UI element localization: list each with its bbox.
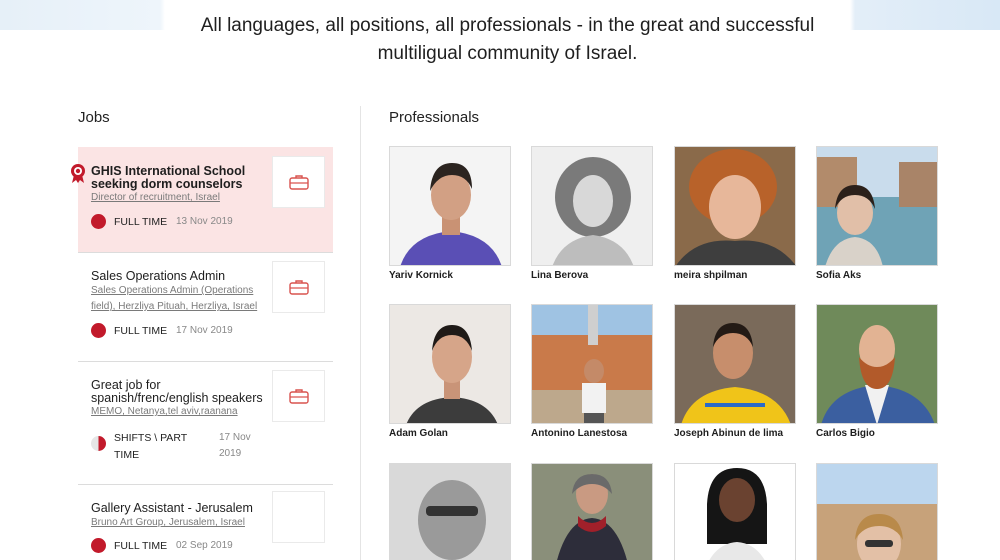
job-type: FULL TIME: [114, 325, 168, 337]
job-date: 17 Nov 2019: [176, 325, 233, 336]
job-card[interactable]: Great job for spanish/frenc/english spea…: [78, 362, 333, 485]
job-type: FULL TIME: [114, 540, 168, 552]
job-title[interactable]: GHIS International School seeking dorm c…: [91, 165, 271, 191]
profile-photo[interactable]: [531, 304, 653, 424]
job-date: 02 Sep 2019: [176, 540, 233, 551]
professional-card[interactable]: Sofia Aks: [816, 146, 938, 281]
professional-name[interactable]: Lina Berova: [531, 270, 653, 281]
job-date: 13 Nov 2019: [176, 216, 233, 227]
job-date: 17 Nov 2019: [219, 432, 251, 459]
professionals-section-title: Professionals: [389, 109, 480, 126]
profile-photo[interactable]: [389, 304, 511, 424]
company-logo[interactable]: [272, 261, 325, 313]
profile-photo[interactable]: [674, 146, 796, 266]
professional-name[interactable]: meira shpilman: [674, 270, 796, 281]
professional-card[interactable]: Lina Berova: [531, 146, 653, 281]
profile-photo[interactable]: [389, 146, 511, 266]
briefcase-icon: [288, 280, 309, 295]
job-employer-location[interactable]: MEMO, Netanya,tel aviv,raanana: [91, 404, 271, 420]
company-logo[interactable]: [272, 370, 325, 422]
profile-photo[interactable]: [531, 146, 653, 266]
profile-photo[interactable]: [531, 463, 653, 560]
professional-card[interactable]: [389, 463, 511, 560]
profile-photo[interactable]: [816, 146, 938, 266]
pie-chart-icon: [91, 436, 106, 451]
professional-name[interactable]: Sofia Aks: [816, 270, 938, 281]
job-title[interactable]: Great job for spanish/frenc/english spea…: [91, 379, 271, 405]
job-title[interactable]: Sales Operations Admin: [91, 270, 271, 283]
professional-card[interactable]: Yariv Kornick: [389, 146, 511, 281]
professional-name[interactable]: Joseph Abinun de lima: [674, 428, 796, 439]
job-card[interactable]: GHIS International School seeking dorm c…: [71, 147, 333, 253]
pie-chart-icon: [91, 214, 106, 229]
professional-card[interactable]: meira shpilman: [674, 146, 796, 281]
company-logo[interactable]: [272, 156, 325, 208]
pie-chart-icon: [91, 323, 106, 338]
briefcase-icon: [288, 175, 309, 190]
jobs-section-title: Jobs: [78, 109, 110, 126]
company-logo[interactable]: [272, 491, 325, 543]
job-card[interactable]: Gallery Assistant - Jerusalem Bruno Art …: [78, 485, 333, 560]
job-type: FULL TIME: [114, 216, 168, 228]
professional-card[interactable]: Joseph Abinun de lima: [674, 304, 796, 439]
job-type: SHIFTS \ PART TIME: [114, 432, 187, 461]
profile-photo[interactable]: [674, 463, 796, 560]
award-ribbon-icon: [71, 164, 85, 183]
professional-card[interactable]: [816, 463, 938, 560]
job-employer-location[interactable]: Sales Operations Admin (Operations field…: [91, 283, 271, 315]
professional-card[interactable]: [531, 463, 653, 560]
professional-name[interactable]: Adam Golan: [389, 428, 511, 439]
job-employer-location[interactable]: Director of recruitment, Israel: [91, 190, 271, 206]
column-divider: [360, 106, 361, 560]
professional-card[interactable]: Antonino Lanestosa: [531, 304, 653, 439]
page-tagline: All languages, all positions, all profes…: [200, 15, 815, 64]
profile-photo[interactable]: [816, 304, 938, 424]
pie-chart-icon: [91, 538, 106, 553]
job-employer-location[interactable]: Bruno Art Group, Jerusalem, Israel: [91, 515, 271, 531]
professional-card[interactable]: [674, 463, 796, 560]
profile-photo[interactable]: [674, 304, 796, 424]
professional-name[interactable]: Yariv Kornick: [389, 270, 511, 281]
professional-card[interactable]: Adam Golan: [389, 304, 511, 439]
professional-card[interactable]: Carlos Bigio: [816, 304, 938, 439]
profile-photo[interactable]: [389, 463, 511, 560]
professional-name[interactable]: Antonino Lanestosa: [531, 428, 653, 439]
job-title[interactable]: Gallery Assistant - Jerusalem: [91, 502, 271, 515]
profile-photo[interactable]: [816, 463, 938, 560]
job-card[interactable]: Sales Operations Admin Sales Operations …: [78, 253, 333, 362]
professional-name[interactable]: Carlos Bigio: [816, 428, 938, 439]
briefcase-icon: [288, 389, 309, 404]
